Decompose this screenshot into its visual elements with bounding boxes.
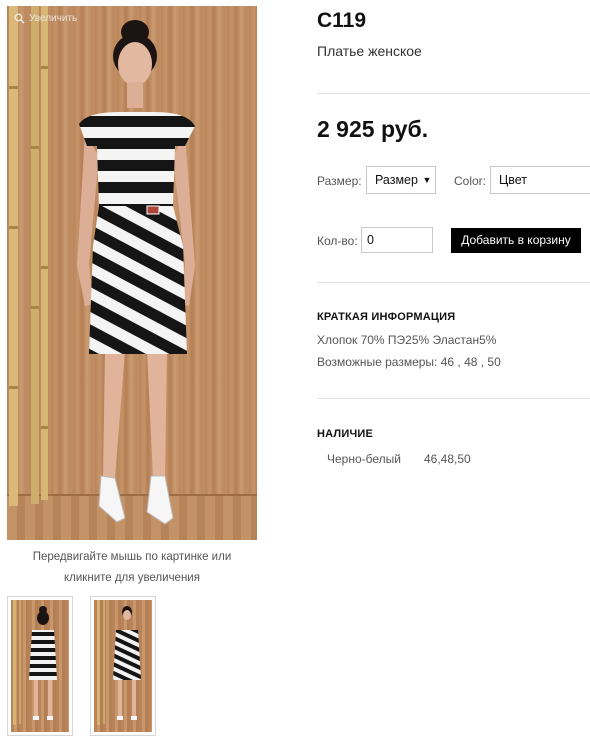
dropdown-arrow-icon: ▼: [419, 167, 435, 193]
divider: [317, 398, 590, 399]
add-to-cart-button[interactable]: Добавить в корзину: [451, 228, 581, 253]
composition-text: Хлопок 70% ПЭ25% Эластан5%: [317, 333, 497, 347]
product-name: Платье женское: [317, 43, 422, 59]
zoom-hint[interactable]: Увеличить: [14, 13, 77, 24]
size-select[interactable]: Размер ▼: [366, 166, 436, 194]
thumbnail-image: [94, 600, 152, 732]
quantity-input[interactable]: [361, 227, 433, 253]
caption-line-2: кликните для увеличения: [64, 572, 200, 584]
product-price: 2 925 руб.: [317, 116, 429, 142]
color-select-value: Цвет: [499, 173, 528, 187]
size-label: Размер:: [317, 174, 362, 188]
summary-title: КРАТКАЯ ИНФОРМАЦИЯ: [317, 311, 456, 323]
divider: [317, 282, 590, 283]
product-page: Увеличить Передвигайте мышь по картинке …: [0, 0, 590, 741]
main-product-photo[interactable]: Увеличить: [7, 6, 257, 540]
color-label: Color:: [454, 174, 487, 188]
available-sizes-text: Возможные размеры: 46 , 48 , 50: [317, 355, 501, 369]
product-sku: С119: [317, 9, 367, 32]
thumbnail-front-illustration: [97, 600, 141, 725]
thumbnail-back-illustration: [13, 600, 57, 725]
size-select-value: Размер: [375, 173, 418, 187]
thumbnail-front-view[interactable]: [90, 596, 156, 736]
availability-title: НАЛИЧИЕ: [317, 428, 374, 440]
dress-model-illustration: [9, 6, 195, 525]
zoom-label: Увеличить: [29, 13, 78, 24]
thumbnail-image: [11, 600, 69, 732]
magnifier-icon: [14, 13, 25, 24]
availability-sizes: 46,48,50: [424, 452, 471, 466]
caption-line-1: Передвигайте мышь по картинке или: [32, 551, 232, 563]
divider: [317, 93, 590, 94]
thumbnail-back-view[interactable]: [7, 596, 73, 736]
color-select[interactable]: Цвет: [490, 166, 590, 194]
zoom-caption: Передвигайте мышь по картинке или кликни…: [7, 547, 257, 589]
availability-color: Черно-белый: [327, 452, 401, 466]
quantity-label: Кол-во:: [317, 234, 358, 248]
